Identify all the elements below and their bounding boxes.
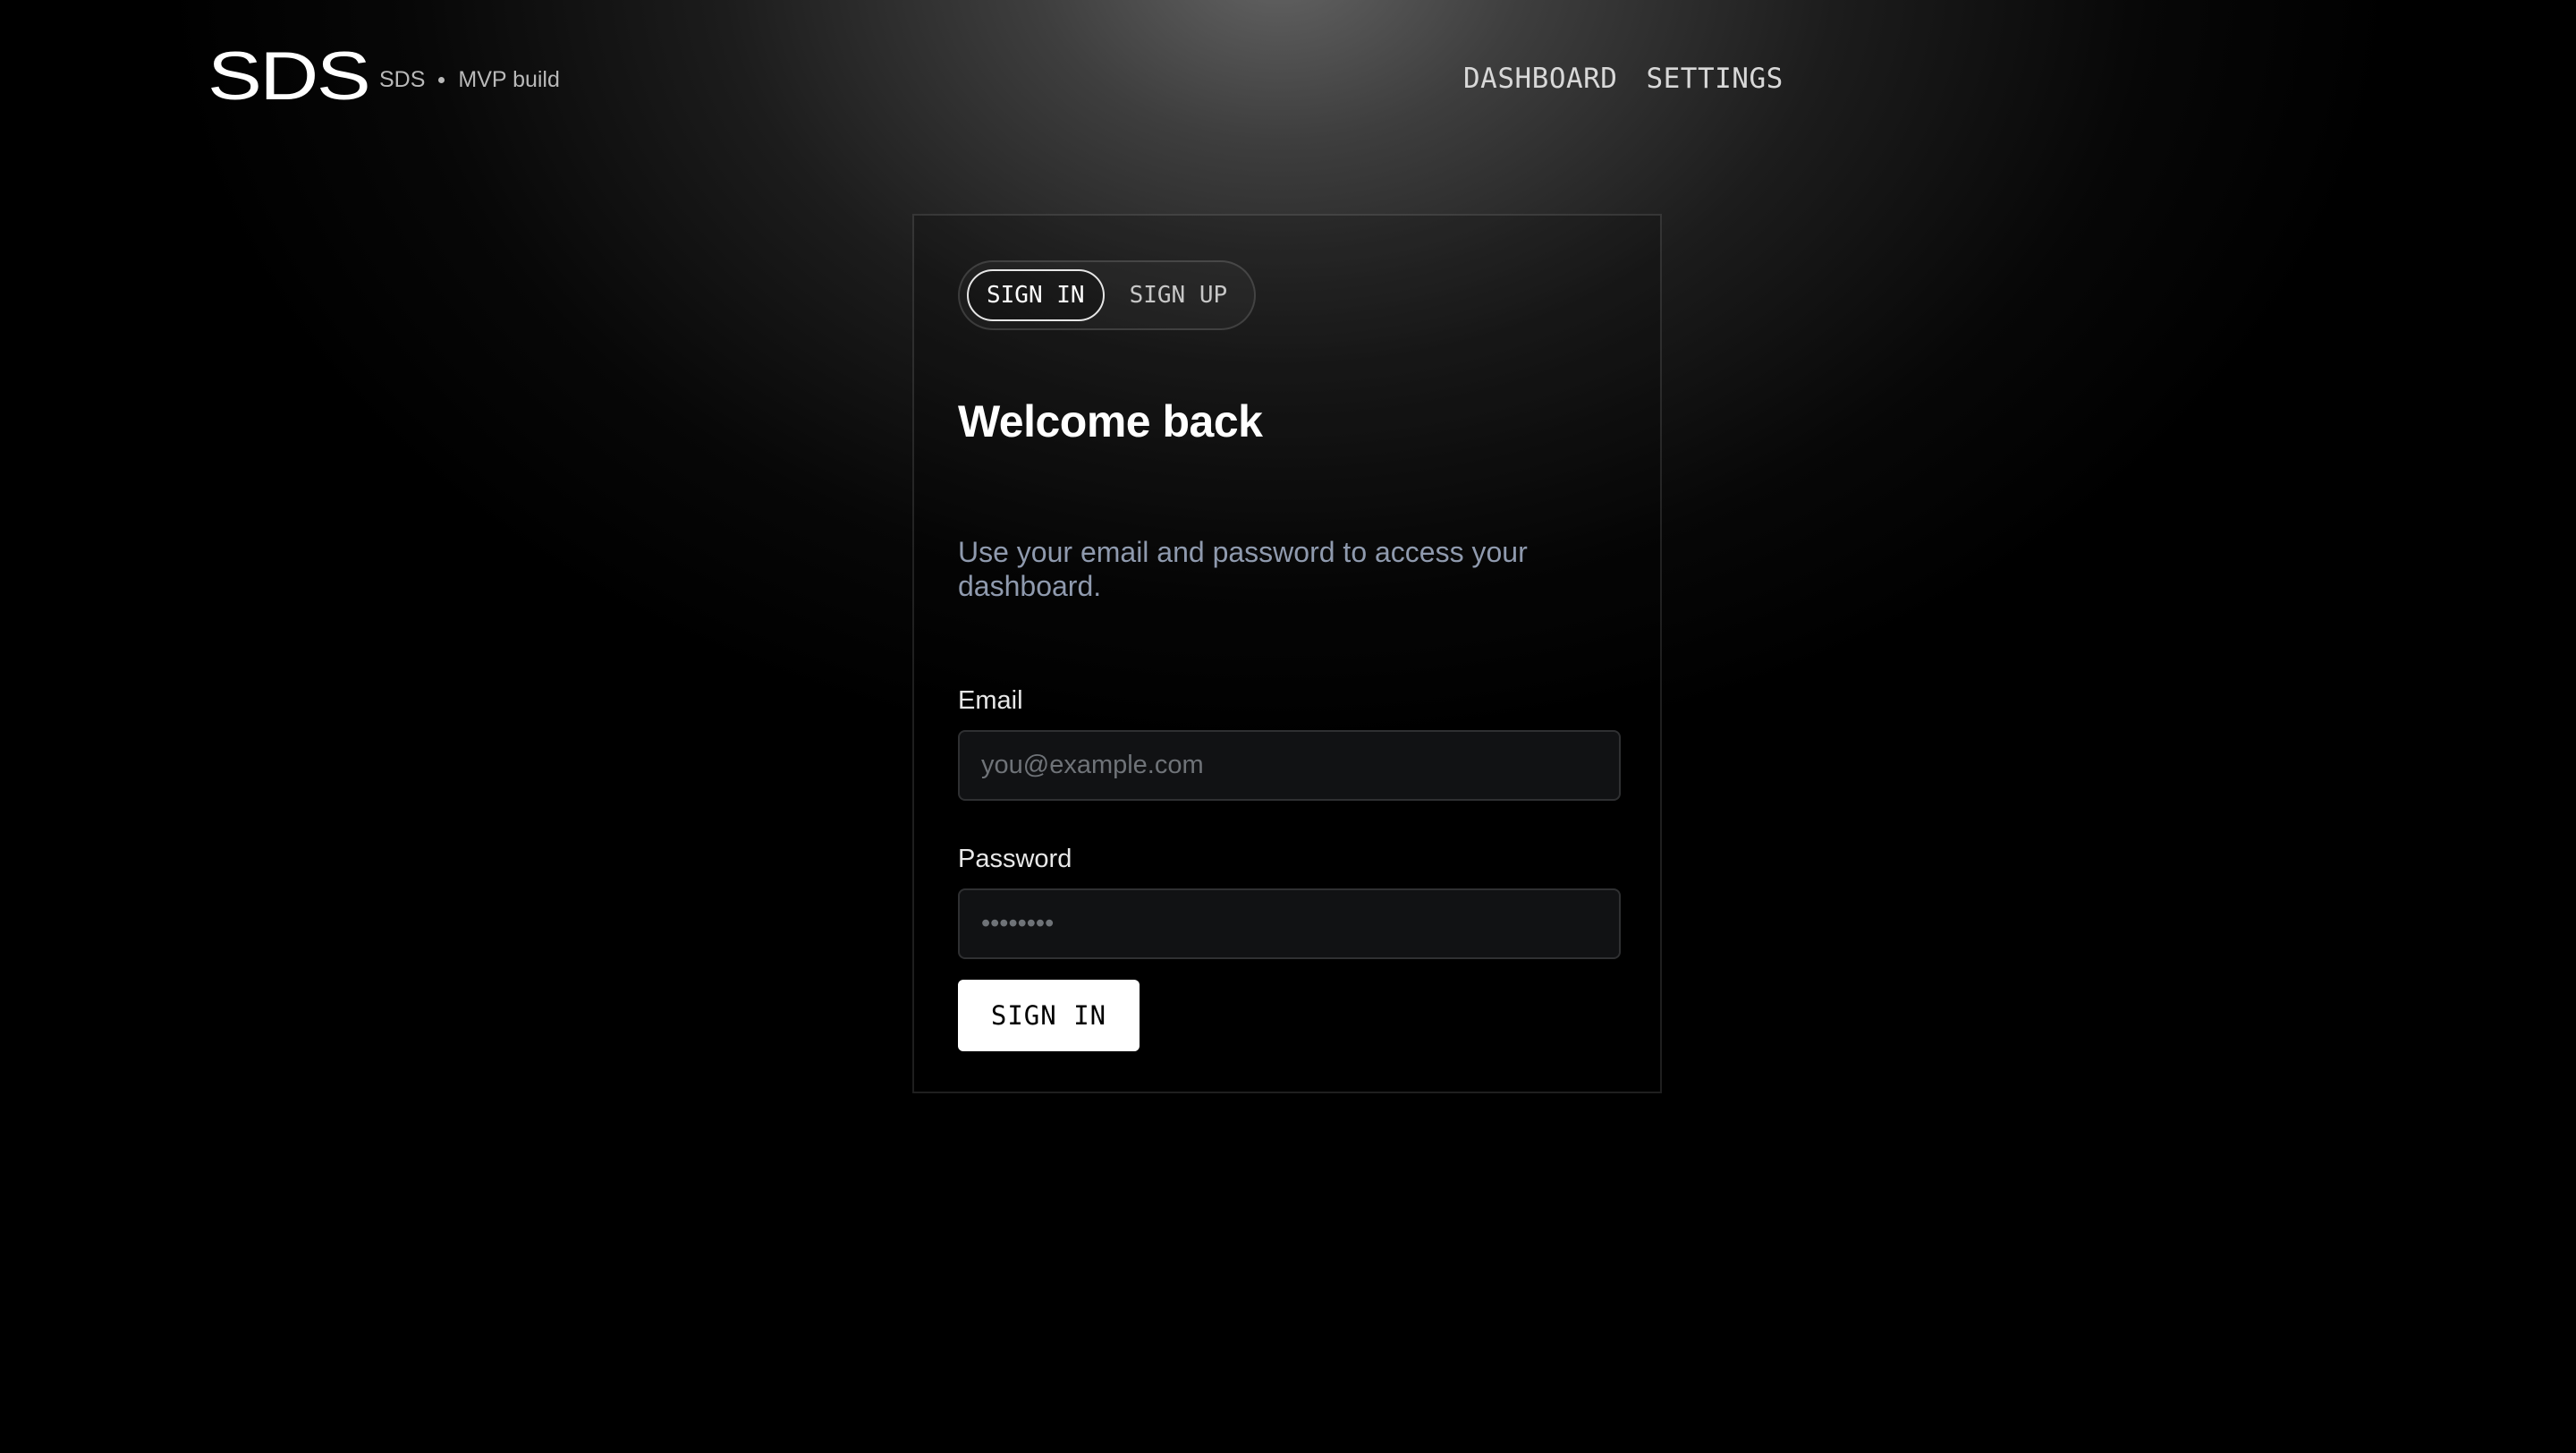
tab-sign-up[interactable]: SIGN UP (1110, 269, 1248, 321)
separator-dot-icon (438, 76, 445, 83)
build-label: MVP build (458, 67, 560, 92)
password-label: Password (958, 845, 1072, 873)
nav-settings-link[interactable]: SETTINGS (1646, 61, 1783, 97)
auth-tabs: SIGN IN SIGN UP (958, 260, 1257, 330)
nav-dashboard-link[interactable]: DASHBOARD (1463, 61, 1617, 97)
build-info: SDS MVP build (379, 66, 560, 93)
email-label: Email (958, 686, 1023, 715)
auth-card: SIGN IN SIGN UP Welcome back Use your em… (912, 214, 1662, 1093)
password-field[interactable] (958, 888, 1621, 959)
tab-sign-in[interactable]: SIGN IN (967, 269, 1105, 321)
page-title: Welcome back (958, 396, 1263, 446)
brand-name: SDS (379, 67, 426, 92)
email-field[interactable] (958, 730, 1621, 801)
sds-logo[interactable]: SDS (208, 43, 371, 111)
sign-in-button[interactable]: SIGN IN (958, 980, 1140, 1051)
page-subtitle: Use your email and password to access yo… (958, 536, 1528, 602)
top-header: SDS SDS MVP build DASHBOARD SETTINGS (208, 43, 1784, 111)
main-nav: DASHBOARD SETTINGS (1463, 61, 1784, 97)
